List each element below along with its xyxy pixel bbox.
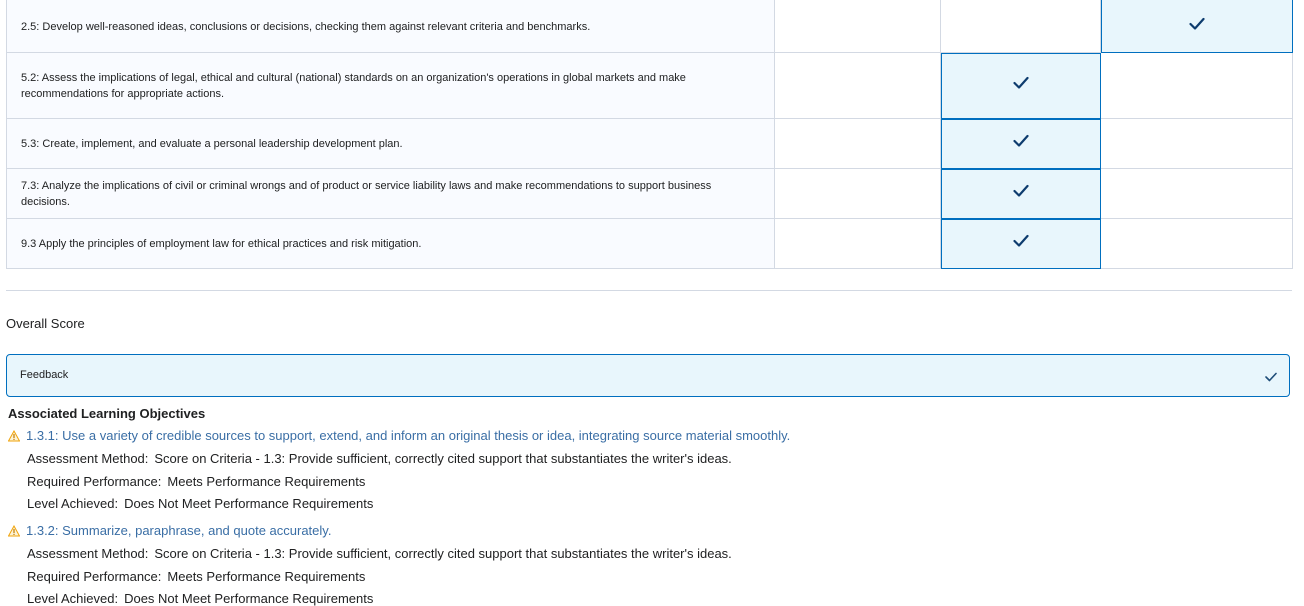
- rubric-row: 9.3 Apply the principles of employment l…: [6, 218, 1293, 269]
- rubric-level-cell[interactable]: [774, 118, 941, 169]
- rubric-level-cell[interactable]: [1100, 218, 1293, 269]
- level-achieved-line: Level Achieved: Does Not Meet Performance…: [27, 496, 373, 511]
- overall-score-label: Overall Score: [6, 316, 85, 331]
- rubric-level-cell[interactable]: [774, 52, 941, 119]
- objective-title: 1.3.2: Summarize, paraphrase, and quote …: [26, 523, 332, 538]
- level-achieved-line: Level Achieved: Does Not Meet Performance…: [27, 591, 373, 606]
- feedback-panel[interactable]: Feedback: [6, 354, 1290, 397]
- assessment-method-line: Assessment Method: Score on Criteria - 1.…: [27, 451, 732, 466]
- checkmark-icon: [1188, 17, 1205, 31]
- criterion-text: 9.3 Apply the principles of employment l…: [6, 218, 775, 269]
- rubric-row: 5.2: Assess the implications of legal, e…: [6, 52, 1293, 119]
- criterion-text: 7.3: Analyze the implications of civil o…: [6, 168, 775, 219]
- criterion-text: 5.3: Create, implement, and evaluate a p…: [6, 118, 775, 169]
- assessment-method-key: Assessment Method:: [27, 451, 149, 466]
- rubric-row: 7.3: Analyze the implications of civil o…: [6, 168, 1293, 219]
- rubric-table: 2.5: Develop well-reasoned ideas, conclu…: [6, 0, 1293, 269]
- level-achieved-key: Level Achieved:: [27, 591, 119, 606]
- rubric-level-cell[interactable]: [1100, 0, 1293, 53]
- feedback-label: Feedback: [20, 369, 69, 381]
- rubric-level-cell[interactable]: [774, 0, 941, 53]
- assessment-method-line: Assessment Method: Score on Criteria - 1.…: [27, 546, 732, 561]
- rubric-level-cell[interactable]: [940, 168, 1101, 219]
- rubric-level-cell[interactable]: [1100, 168, 1293, 219]
- checkmark-icon: [1012, 76, 1029, 90]
- level-achieved-value: Does Not Meet Performance Requirements: [124, 591, 374, 606]
- required-performance-value: Meets Performance Requirements: [167, 474, 366, 489]
- rubric-level-cell[interactable]: [940, 118, 1101, 169]
- assessment-method-value: Score on Criteria - 1.3: Provide suffici…: [154, 546, 732, 561]
- criterion-text: 5.2: Assess the implications of legal, e…: [6, 52, 775, 119]
- objective-link[interactable]: 1.3.2: Summarize, paraphrase, and quote …: [7, 523, 332, 538]
- checkmark-icon: [1012, 234, 1029, 248]
- required-performance-line: Required Performance: Meets Performance R…: [27, 474, 365, 489]
- objective-title: 1.3.1: Use a variety of credible sources…: [26, 428, 791, 443]
- required-performance-line: Required Performance: Meets Performance R…: [27, 569, 365, 584]
- rubric-level-cell[interactable]: [1100, 118, 1293, 169]
- assessment-method-value: Score on Criteria - 1.3: Provide suffici…: [154, 451, 732, 466]
- checkmark-icon: [1265, 369, 1277, 387]
- criterion-text: 2.5: Develop well-reasoned ideas, conclu…: [6, 0, 775, 53]
- required-performance-value: Meets Performance Requirements: [167, 569, 366, 584]
- rubric-level-cell[interactable]: [774, 218, 941, 269]
- rubric-level-cell[interactable]: [774, 168, 941, 219]
- rubric-row: 2.5: Develop well-reasoned ideas, conclu…: [6, 0, 1293, 53]
- required-performance-key: Required Performance:: [27, 569, 162, 584]
- rubric-level-cell[interactable]: [1100, 52, 1293, 119]
- divider: [6, 290, 1292, 291]
- rubric-row: 5.3: Create, implement, and evaluate a p…: [6, 118, 1293, 169]
- checkmark-icon: [1012, 184, 1029, 198]
- objective-link[interactable]: 1.3.1: Use a variety of credible sources…: [7, 428, 791, 443]
- associated-objectives-title: Associated Learning Objectives: [8, 406, 206, 421]
- rubric-level-cell[interactable]: [940, 0, 1101, 53]
- level-achieved-key: Level Achieved:: [27, 496, 119, 511]
- rubric-level-cell[interactable]: [940, 52, 1101, 119]
- assessment-method-key: Assessment Method:: [27, 546, 149, 561]
- rubric-level-cell[interactable]: [940, 218, 1101, 269]
- required-performance-key: Required Performance:: [27, 474, 162, 489]
- level-achieved-value: Does Not Meet Performance Requirements: [124, 496, 374, 511]
- checkmark-icon: [1012, 134, 1029, 148]
- warning-icon: [7, 524, 21, 537]
- warning-icon: [7, 429, 21, 442]
